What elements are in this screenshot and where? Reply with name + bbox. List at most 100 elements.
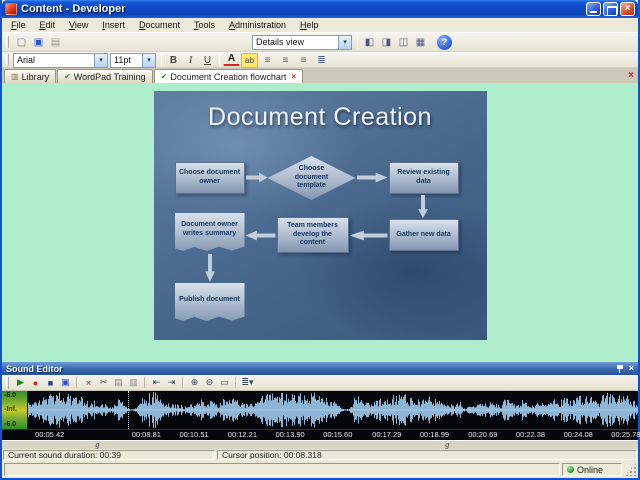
sep[interactable] [182, 377, 184, 388]
cursor-position-status: Cursor position: 00:08.318 [217, 450, 637, 460]
resize-grip[interactable] [624, 463, 636, 476]
timeline-marker[interactable]: g [445, 440, 449, 449]
bullets-icon[interactable]: ≣ [313, 53, 330, 68]
scale-label-top: -6.0 [4, 392, 17, 399]
menu-item[interactable]: View [62, 19, 95, 31]
minimize-button[interactable] [586, 2, 601, 16]
align-left-icon[interactable]: ≡ [259, 53, 276, 68]
flow-arrow-down [205, 254, 215, 282]
new-document-icon[interactable]: ▢ [13, 35, 30, 50]
record-icon[interactable]: ● [28, 376, 43, 390]
stop-icon[interactable]: ■ [43, 376, 58, 390]
text-color-icon[interactable]: A [223, 53, 240, 66]
tab[interactable]: ▥ Library [4, 69, 57, 83]
flow-arrow-left [349, 230, 388, 241]
flow-node-choose-owner[interactable]: Choose document owner [174, 162, 245, 194]
maximize-button[interactable] [603, 2, 618, 16]
chevron-down-icon[interactable]: ▾ [142, 53, 155, 67]
waveform[interactable] [28, 391, 638, 429]
main-toolbar: ▢ ▣ ▤ Details view ▾ ◧ ◨ ◫ ▦ ? [2, 32, 638, 52]
flow-node-publish[interactable]: Publish document [174, 283, 245, 321]
tabstrip-close-icon[interactable]: × [628, 70, 634, 81]
save-icon[interactable]: ▣ [58, 376, 73, 390]
close-button[interactable]: × [620, 2, 635, 16]
align-center-icon[interactable]: ≡ [277, 53, 294, 68]
font-size-value: 11pt [114, 55, 131, 65]
copy-icon[interactable]: ▤ [111, 376, 126, 390]
sep[interactable] [235, 377, 237, 388]
sound-editor-close-icon[interactable]: × [629, 364, 634, 373]
flow-arrow-right [245, 172, 268, 183]
font-value: Arial [17, 55, 36, 65]
timeline-marker[interactable]: g [95, 440, 99, 449]
help-button[interactable]: ? [437, 34, 452, 50]
italic-button[interactable]: I [182, 53, 199, 68]
zoom-fit-icon[interactable]: ▭ [217, 376, 232, 390]
play-icon[interactable]: ▶ [13, 376, 28, 390]
menu-item[interactable]: Document [132, 19, 187, 31]
time-label: 00:13.90 [275, 430, 305, 439]
playback-cursor[interactable] [128, 391, 130, 429]
tab-label: WordPad Training [73, 71, 146, 82]
chevron-down-icon[interactable]: ▾ [338, 35, 351, 49]
flow-node-team-develop[interactable]: Team members develop the content [276, 217, 349, 253]
toolbar-separator [357, 35, 358, 49]
menu-item[interactable]: Tools [187, 19, 222, 31]
chevron-down-icon[interactable]: ▾ [94, 53, 107, 67]
menu-item[interactable]: File [4, 19, 33, 31]
cut-icon[interactable]: ✂ [96, 376, 111, 390]
flow-node-gather-new[interactable]: Gather new data [388, 219, 459, 251]
zoom-out-icon[interactable]: ⊖ [202, 376, 217, 390]
layout-grid-icon[interactable]: ▦ [412, 35, 429, 50]
waveform-row: -6.0 -Inf. -6.0 [2, 391, 638, 429]
tab-close-icon[interactable]: × [291, 72, 296, 81]
goto-end-icon[interactable]: ⇥ [164, 376, 179, 390]
highlight-icon[interactable]: ab [241, 52, 258, 68]
font-size-combo[interactable]: 11pt ▾ [110, 52, 156, 68]
time-ruler[interactable]: 00:05.42 00:08.81 00:10.51 00:12.21 00:13.90… [2, 429, 640, 440]
online-icon [567, 466, 574, 473]
delete-icon[interactable]: × [81, 376, 96, 390]
layout-single-icon[interactable]: ◧ [361, 35, 378, 50]
font-combo[interactable]: Arial ▾ [13, 52, 108, 68]
bold-button[interactable]: B [165, 53, 182, 68]
menubar: File Edit View Insert Document Tools Administr… [2, 18, 638, 32]
toolbar-grip[interactable] [6, 54, 9, 66]
print-icon[interactable]: ▤ [47, 35, 64, 50]
menu-item[interactable]: Insert [95, 19, 132, 31]
flow-node-review-existing[interactable]: Review existing data [388, 162, 459, 194]
time-label: 00:12.21 [227, 430, 258, 439]
tab-label: Library [21, 71, 50, 82]
zoom-in-icon[interactable]: ⊕ [187, 376, 202, 390]
underline-button[interactable]: U [199, 53, 216, 68]
sound-editor-titlebar[interactable]: Sound Editor × [2, 362, 638, 375]
sound-editor-title: Sound Editor [6, 363, 63, 374]
details-view-combo[interactable]: Details view ▾ [252, 34, 352, 50]
toolbar-grip[interactable] [6, 376, 9, 389]
goto-start-icon[interactable]: ⇤ [149, 376, 164, 390]
layout-columns-icon[interactable]: ◫ [395, 35, 412, 50]
save-icon[interactable]: ▣ [30, 35, 47, 50]
align-right-icon[interactable]: ≡ [295, 53, 312, 68]
menu-item[interactable]: Help [293, 19, 326, 31]
flow-node-choose-template[interactable]: Choose document template [267, 156, 356, 200]
flowchart-slide[interactable]: Document Creation Choose document owner … [153, 91, 487, 340]
tab[interactable]: ✔ Document Creation flowchart × [153, 69, 304, 83]
options-menu-icon[interactable]: ≣▾ [240, 376, 255, 390]
flow-node-owner-summary[interactable]: Document owner writes summary [174, 213, 245, 251]
marker-bar[interactable]: gg [2, 440, 638, 449]
pin-icon[interactable] [616, 364, 625, 374]
layout-split-icon[interactable]: ◨ [378, 35, 395, 50]
time-label: 00:25.78 [611, 430, 640, 439]
menu-item[interactable]: Edit [33, 19, 63, 31]
tab-icon: ✔ [160, 71, 168, 81]
tab-icon: ▥ [11, 71, 19, 81]
paste-icon[interactable]: ▥ [126, 376, 141, 390]
menu-item[interactable]: Administration [222, 19, 293, 31]
toolbar-separator [161, 53, 162, 67]
tab[interactable]: ✔ WordPad Training [57, 69, 153, 83]
toolbar-grip[interactable] [6, 36, 9, 48]
sep[interactable] [76, 377, 78, 388]
time-label: 00:22.38 [515, 430, 546, 439]
sep[interactable] [144, 377, 146, 388]
